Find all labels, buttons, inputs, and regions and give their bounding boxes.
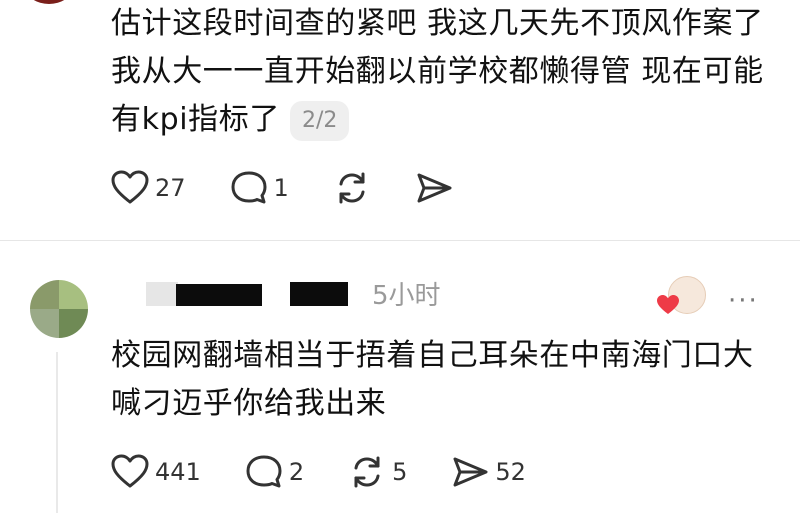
like-count: 441 xyxy=(155,458,201,486)
heart-outline-icon xyxy=(111,170,149,204)
reply-button[interactable]: 2 xyxy=(245,454,304,490)
thread-line xyxy=(56,352,58,513)
avatar[interactable] xyxy=(30,280,88,338)
repost-arrows-icon xyxy=(339,172,365,204)
comment-divider xyxy=(0,240,800,241)
redacted-username-2 xyxy=(290,282,348,306)
post-action-bar: 27 1 xyxy=(111,168,497,208)
comment-text: 校园网翻墙相当于捂着自己耳朵在中南海门口大喊刁迈乎你给我出来 xyxy=(111,338,754,421)
post-text: 估计这段时间查的紧吧 我这几天先不顶风作案了 我从大一一直开始翻以前学校都懒得管… xyxy=(111,6,764,137)
timestamp: 5小时 xyxy=(372,281,441,311)
redacted-username[interactable] xyxy=(176,284,262,306)
reply-count: 1 xyxy=(273,174,289,202)
speech-bubble-icon xyxy=(231,171,267,204)
heart-outline-icon xyxy=(111,454,149,488)
repost-arrows-icon xyxy=(354,456,380,488)
like-button[interactable]: 441 xyxy=(111,454,201,490)
previous-avatar[interactable] xyxy=(26,0,72,4)
liked-heart-icon xyxy=(657,295,679,314)
speech-bubble-icon xyxy=(246,455,282,488)
like-button[interactable]: 27 xyxy=(111,170,186,206)
send-arrow-icon xyxy=(453,457,488,487)
reply-button[interactable]: 1 xyxy=(230,170,289,206)
more-options-button[interactable]: ··· xyxy=(728,286,759,316)
page-indicator-pill[interactable]: 2/2 xyxy=(289,100,350,141)
redacted-username-fade xyxy=(146,282,178,306)
repost-button[interactable]: 5 xyxy=(348,454,407,490)
comment-action-bar: 441 2 5 52 xyxy=(111,452,570,492)
repost-count: 5 xyxy=(392,458,408,486)
reply-count: 2 xyxy=(288,458,305,486)
share-button[interactable] xyxy=(415,170,453,206)
share-count: 52 xyxy=(495,458,526,486)
share-button[interactable]: 52 xyxy=(451,454,526,490)
send-arrow-icon xyxy=(417,173,452,203)
post-text-block: 估计这段时间查的紧吧 我这几天先不顶风作案了 我从大一一直开始翻以前学校都懒得管… xyxy=(111,0,771,144)
repost-button[interactable] xyxy=(333,170,371,206)
like-count: 27 xyxy=(155,174,186,202)
